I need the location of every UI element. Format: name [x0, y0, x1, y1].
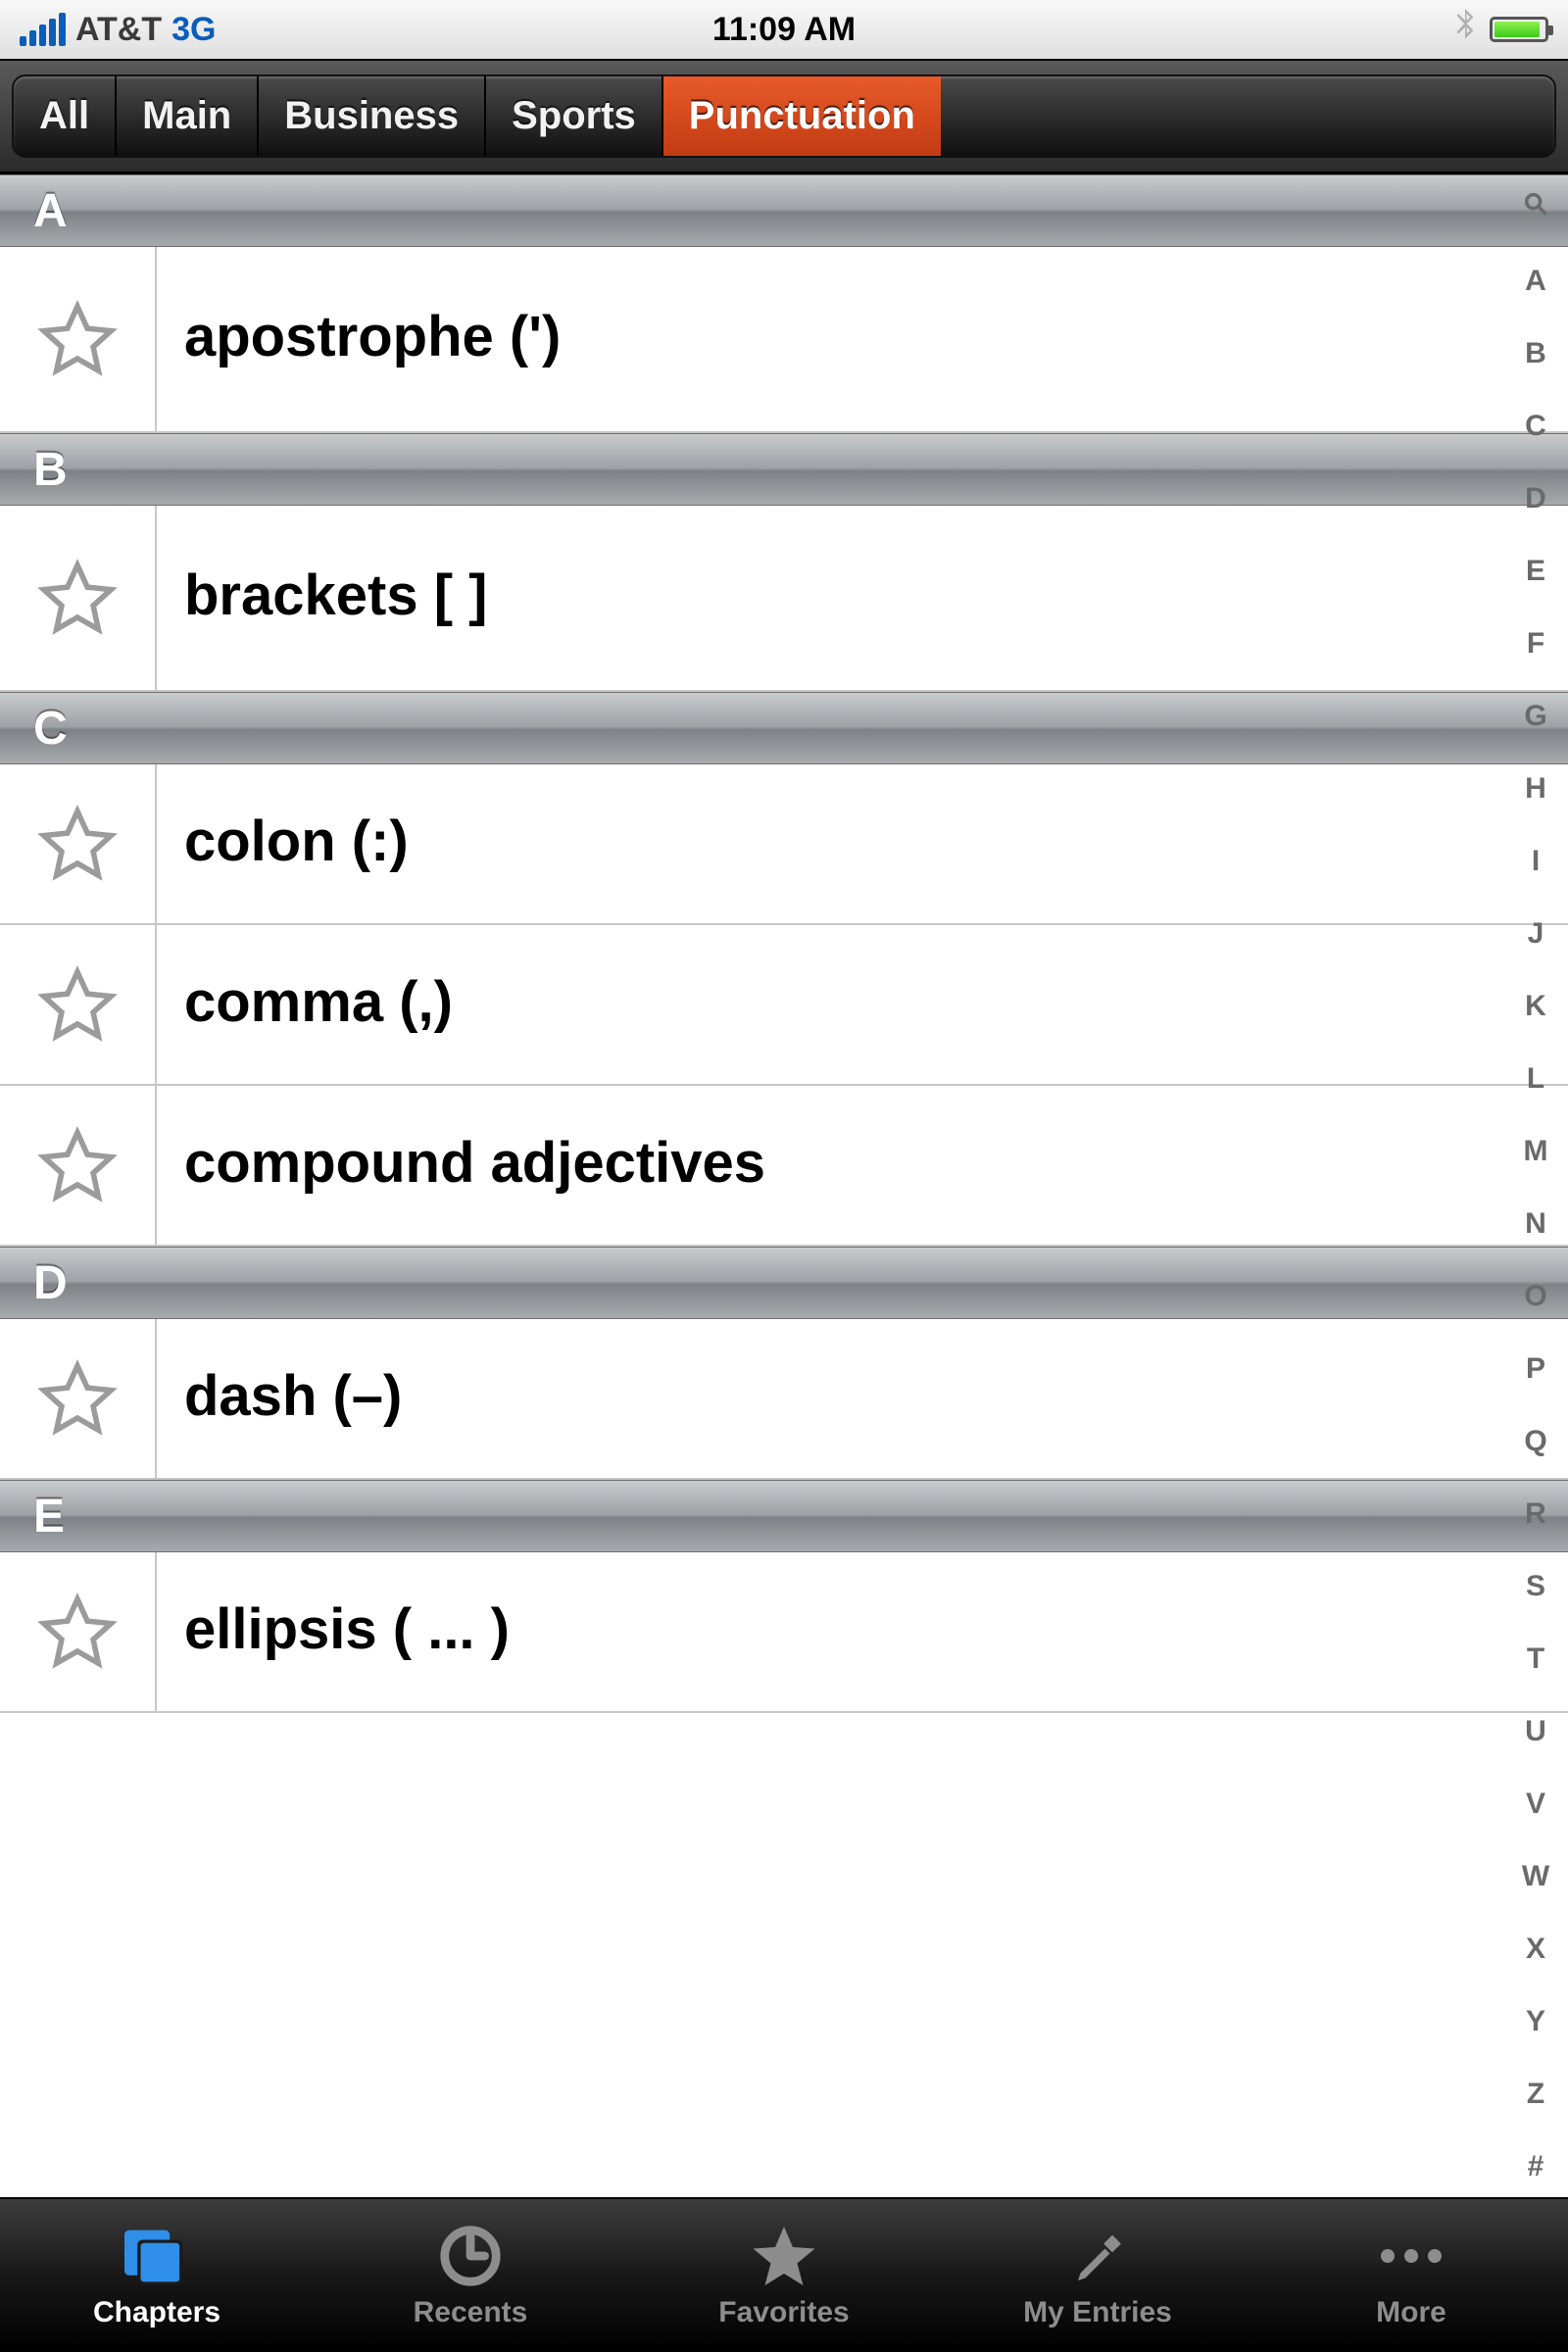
list-item[interactable]: colon (:) [0, 764, 1568, 925]
chapters-icon [118, 2222, 196, 2290]
favorite-star-icon[interactable] [0, 764, 157, 923]
index-letter[interactable]: K [1525, 992, 1546, 1021]
category-bar: AllMainBusinessSportsPunctuation [0, 59, 1568, 174]
section-header: B [0, 433, 1568, 506]
index-letter[interactable]: N [1525, 1209, 1546, 1239]
list-item[interactable]: ellipsis ( ... ) [0, 1552, 1568, 1713]
list-item[interactable]: dash (–) [0, 1319, 1568, 1480]
network-type: 3G [172, 11, 216, 49]
index-letter[interactable]: S [1526, 1572, 1545, 1601]
list-item-label: comma (,) [157, 952, 1568, 1058]
index-letter[interactable]: W [1522, 1862, 1549, 1891]
tab-label: Favorites [718, 2296, 849, 2329]
list-item[interactable]: brackets [ ] [0, 506, 1568, 692]
search-icon[interactable] [1522, 190, 1549, 223]
favorite-star-icon[interactable] [0, 1086, 157, 1245]
index-letter[interactable]: T [1527, 1644, 1544, 1674]
index-letter[interactable]: C [1525, 412, 1546, 441]
index-letter[interactable]: G [1524, 702, 1546, 731]
index-letter[interactable]: I [1532, 847, 1540, 876]
index-letter[interactable]: Q [1524, 1427, 1546, 1456]
index-letter[interactable]: X [1526, 1935, 1545, 1964]
carrier-label: AT&T [75, 11, 162, 49]
list-item[interactable]: apostrophe (') [0, 247, 1568, 433]
section-header: C [0, 692, 1568, 764]
recents-icon [431, 2222, 510, 2290]
index-letter[interactable]: A [1525, 267, 1546, 296]
battery-icon [1490, 17, 1548, 42]
tab-favorites[interactable]: Favorites [627, 2199, 941, 2352]
tab-chapters[interactable]: Chapters [0, 2199, 314, 2352]
favorite-star-icon[interactable] [0, 925, 157, 1084]
segment-punctuation[interactable]: Punctuation [663, 76, 941, 156]
favorite-star-icon[interactable] [0, 247, 157, 431]
index-letter[interactable]: P [1526, 1354, 1545, 1384]
index-letter[interactable]: V [1526, 1789, 1545, 1819]
clock: 11:09 AM [712, 11, 856, 48]
status-bar: AT&T 3G 11:09 AM [0, 0, 1568, 59]
list-item[interactable]: compound adjectives [0, 1086, 1568, 1247]
index-letter[interactable]: F [1527, 629, 1544, 659]
tab-label: More [1376, 2296, 1446, 2329]
section-header: D [0, 1247, 1568, 1319]
index-letter[interactable]: D [1525, 484, 1546, 514]
tab-label: Chapters [93, 2296, 220, 2329]
index-letter[interactable]: L [1527, 1064, 1544, 1094]
list-item-label: dash (–) [157, 1346, 1568, 1452]
tab-label: My Entries [1023, 2296, 1172, 2329]
favorite-star-icon[interactable] [0, 1552, 157, 1711]
segment-business[interactable]: Business [259, 76, 486, 156]
tab-bar: Chapters Recents Favorites My Entries More [0, 2197, 1568, 2352]
segment-sports[interactable]: Sports [486, 76, 663, 156]
list-item-label: brackets [ ] [157, 545, 1568, 652]
my-entries-icon [1058, 2222, 1137, 2290]
tab-more[interactable]: More [1254, 2199, 1568, 2352]
tab-recents[interactable]: Recents [314, 2199, 627, 2352]
list-item-label: apostrophe (') [157, 286, 1568, 393]
tab-my-entries[interactable]: My Entries [941, 2199, 1254, 2352]
signal-icon [20, 13, 66, 46]
index-letter[interactable]: J [1528, 919, 1544, 949]
favorites-icon [745, 2222, 823, 2290]
favorite-star-icon[interactable] [0, 1319, 157, 1478]
section-header: E [0, 1480, 1568, 1552]
segment-all[interactable]: All [14, 76, 117, 156]
more-icon [1372, 2222, 1450, 2290]
list-item-label: compound adjectives [157, 1112, 1568, 1219]
list-item-label: ellipsis ( ... ) [157, 1579, 1568, 1686]
favorite-star-icon[interactable] [0, 506, 157, 690]
segment-main[interactable]: Main [117, 76, 259, 156]
section-index[interactable]: A B C D E F G H I J K L M N O P Q R S T U V W X Y Z # [1509, 184, 1562, 2187]
list-item-label: colon (:) [157, 791, 1568, 898]
index-letter[interactable]: M [1524, 1137, 1548, 1166]
section-header: A [0, 174, 1568, 247]
tab-label: Recents [414, 2296, 528, 2329]
index-letter[interactable]: Z [1527, 2080, 1544, 2109]
entry-list[interactable]: Aapostrophe (')Bbrackets [ ]Ccolon (:)co… [0, 174, 1568, 2197]
index-letter[interactable]: U [1525, 1717, 1546, 1746]
index-letter[interactable]: O [1524, 1282, 1546, 1311]
index-letter[interactable]: E [1526, 557, 1545, 586]
index-letter[interactable]: # [1528, 2152, 1544, 2181]
index-letter[interactable]: R [1525, 1499, 1546, 1529]
bluetooth-icon [1454, 9, 1476, 51]
index-letter[interactable]: B [1525, 339, 1546, 368]
index-letter[interactable]: Y [1526, 2007, 1545, 2036]
list-item[interactable]: comma (,) [0, 925, 1568, 1086]
index-letter[interactable]: H [1525, 774, 1546, 804]
